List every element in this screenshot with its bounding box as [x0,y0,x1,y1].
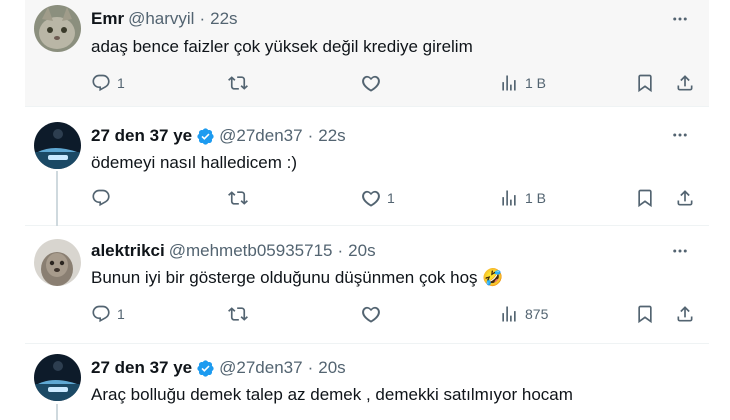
reply-icon [92,74,110,92]
share-button[interactable] [675,73,695,93]
verified-badge-icon [197,359,214,377]
tweet-1[interactable]: Emr @harvyil · 22s adaş bence faizler ço… [25,0,709,107]
avatar[interactable] [34,122,81,169]
like-button[interactable]: 1 [361,188,395,208]
bookmark-icon [638,74,652,93]
tweet-4[interactable]: 27 den 37 ye @27den37 · 20s Araç bolluğu… [25,344,709,420]
bookmark-button[interactable] [635,304,655,324]
tweet-text-body: Bunun iyi bir gösterge olduğunu düşünmen… [91,268,478,287]
bookmark-icon [638,189,652,208]
views-button[interactable]: 875 [499,304,548,324]
like-icon [362,190,380,207]
bookmark-icon [638,305,652,324]
views-icon [502,75,516,91]
reply-count: 1 [117,75,125,91]
like-icon [362,75,380,92]
separator-dot: · [307,126,314,145]
display-name[interactable]: Emr [91,9,124,29]
separator-dot: · [199,9,206,28]
retweet-button[interactable] [228,188,254,208]
display-name[interactable]: alektrikci [91,241,165,261]
share-icon [677,75,693,91]
views-icon [502,306,516,322]
like-icon [362,306,380,323]
views-button[interactable]: 1 B [499,73,546,93]
verified-badge-icon [197,127,214,145]
more-icon[interactable] [671,10,689,28]
reply-button[interactable]: 1 [91,73,125,93]
tweet-text: Bunun iyi bir gösterge olduğunu düşünmen… [91,268,503,288]
tweet-text: Araç bolluğu demek talep az demek , deme… [91,385,573,404]
like-button[interactable] [361,73,387,93]
timestamp[interactable]: 20s [348,241,375,261]
tweet-header: Emr @harvyil · 22s [91,9,238,29]
user-handle[interactable]: @harvyil [128,9,194,29]
tweet-3[interactable]: alektrikci @mehmetb05935715 · 20s Bunun … [25,226,709,344]
like-count: 1 [387,190,395,206]
thread-line [56,404,58,420]
views-count: 1 B [525,190,547,206]
reply-count: 1 [117,306,125,322]
views-icon [502,190,516,206]
bookmark-button[interactable] [635,188,655,208]
tweet-header: 27 den 37 ye @27den37 · 20s [91,358,346,378]
timestamp[interactable]: 22s [210,9,237,29]
retweet-button[interactable] [228,304,254,324]
more-icon[interactable] [671,126,689,144]
reply-button[interactable] [91,188,117,208]
avatar[interactable] [34,5,81,52]
user-handle[interactable]: @27den37 [219,358,302,378]
user-handle[interactable]: @mehmetb05935715 [169,241,333,261]
share-icon [677,306,693,322]
display-name[interactable]: 27 den 37 ye [91,358,192,378]
separator-dot: · [337,241,344,260]
tweet-text: adaş bence faizler çok yüksek değil kred… [91,37,473,56]
thread-line [56,171,58,226]
retweet-icon [228,191,248,205]
like-button[interactable] [361,304,387,324]
more-icon[interactable] [671,242,689,260]
retweet-icon [228,307,248,321]
tweet-2[interactable]: 27 den 37 ye @27den37 · 22s ödemeyi nası… [25,107,709,226]
share-icon [677,190,693,206]
views-count: 1 B [525,75,547,91]
share-button[interactable] [675,304,695,324]
user-handle[interactable]: @27den37 [219,126,302,146]
display-name[interactable]: 27 den 37 ye [91,126,192,146]
reply-icon [92,189,110,207]
bookmark-button[interactable] [635,73,655,93]
tweet-actions: 1 875 [91,304,701,328]
reply-icon [92,305,110,323]
tweet-text: ödemeyi nasıl halledicem :) [91,153,297,172]
timestamp[interactable]: 20s [318,358,345,378]
views-count: 875 [525,306,549,322]
tweet-actions: 1 1 B [91,188,701,212]
separator-dot: · [307,358,314,377]
share-button[interactable] [675,188,695,208]
views-button[interactable]: 1 B [499,188,546,208]
reply-button[interactable]: 1 [91,304,125,324]
retweet-icon [228,76,248,90]
laughing-emoji: 🤣 [482,268,504,287]
avatar[interactable] [34,354,81,401]
tweet-header: 27 den 37 ye @27den37 · 22s [91,126,346,146]
tweet-actions: 1 1 B [91,73,701,97]
retweet-button[interactable] [228,73,254,93]
timestamp[interactable]: 22s [318,126,345,146]
tweet-header: alektrikci @mehmetb05935715 · 20s [91,241,376,261]
avatar[interactable] [34,239,81,286]
